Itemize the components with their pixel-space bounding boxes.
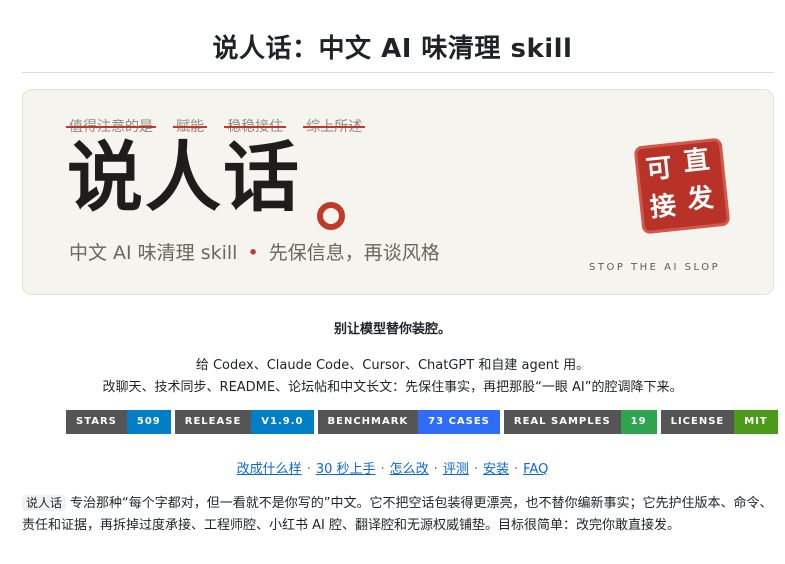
badge-label: LICENSE <box>660 410 735 434</box>
nav-separator: · <box>433 462 438 477</box>
stamp-char: 接 <box>648 190 678 224</box>
badge-release[interactable]: RELEASE V1.9.0 <box>174 410 314 434</box>
hero-word: 说人话 <box>67 133 301 222</box>
hero-banner: 值得注意的是 赋能 稳稳接住 综上所述 说人话 中文 AI 味清理 skill •… <box>22 89 774 295</box>
hero-subtitle: 中文 AI 味清理 skill • 先保信息，再谈风格 <box>69 238 440 265</box>
tagline: 别让模型替你装腔。 <box>333 322 451 337</box>
badge-value: V1.9.0 <box>251 410 314 434</box>
stamp-char: 可 <box>644 153 674 186</box>
badge-label: BENCHMARK <box>317 410 419 434</box>
nav-separator: · <box>380 462 385 477</box>
intro-line-2: 改聊天、技术同步、README、论坛帖和中文长文：先保住事实，再把那股“一眼 A… <box>102 380 683 395</box>
stamp-caption: STOP THE AI SLOP <box>589 262 721 273</box>
hero-dot-icon <box>317 202 345 230</box>
hero-subtitle-separator: • <box>247 242 259 264</box>
badge-value: MIT <box>734 410 778 434</box>
nav-link-install[interactable]: 安装 <box>483 462 509 477</box>
nav-link-quickstart[interactable]: 30 秒上手 <box>316 462 376 477</box>
title-divider <box>22 72 774 73</box>
stamp-seal: 可 直 接 发 <box>633 137 731 235</box>
badge-value: 509 <box>126 410 171 434</box>
badge-label: REAL SAMPLES <box>503 410 621 434</box>
nav-link-how-it-edits[interactable]: 怎么改 <box>390 462 429 477</box>
intro-line-1: 给 Codex、Claude Code、Cursor、ChatGPT 和自建 a… <box>195 358 590 373</box>
badge-benchmark[interactable]: BENCHMARK 73 CASES <box>317 410 500 434</box>
stamp-char: 发 <box>685 182 715 216</box>
badge-label: RELEASE <box>174 410 252 434</box>
nav-separator: · <box>473 462 478 477</box>
badge-value: 73 CASES <box>418 410 500 434</box>
nav-link-evaluation[interactable]: 评测 <box>443 462 469 477</box>
nav-link-what-it-changes[interactable]: 改成什么样 <box>237 462 302 477</box>
nav-separator: · <box>306 462 311 477</box>
badge-real-samples[interactable]: REAL SAMPLES 19 <box>503 410 657 434</box>
struck-phrase: 综上所述 <box>303 116 366 136</box>
badge-label: STARS <box>66 410 127 434</box>
hero-subtitle-right: 先保信息，再谈风格 <box>268 242 440 264</box>
badge-stars[interactable]: STARS 509 <box>66 410 171 434</box>
nav-separator: · <box>513 462 519 477</box>
nav-link-faq[interactable]: FAQ <box>523 462 548 477</box>
page-title: 说人话：中文 AI 味清理 skill <box>212 34 573 64</box>
inline-code: 说人话 <box>22 495 67 511</box>
nav-links: 改成什么样 · 30 秒上手 · 怎么改 · 评测 · 安装 · FAQ <box>0 458 785 477</box>
badge-value: 19 <box>620 410 657 434</box>
badge-row: STARS 509 RELEASE V1.9.0 BENCHMARK 73 CA… <box>66 410 778 434</box>
badge-license[interactable]: LICENSE MIT <box>660 410 778 434</box>
description-text: 专治那种“每个字都对，但一看就不是你写的”中文。它不把空话包装得更漂亮，也不替你… <box>22 496 773 533</box>
hero-subtitle-left: 中文 AI 味清理 skill <box>69 242 238 264</box>
description: 说人话 专治那种“每个字都对，但一看就不是你写的”中文。它不把空话包装得更漂亮，也… <box>22 492 774 537</box>
stamp-char: 直 <box>682 145 712 178</box>
